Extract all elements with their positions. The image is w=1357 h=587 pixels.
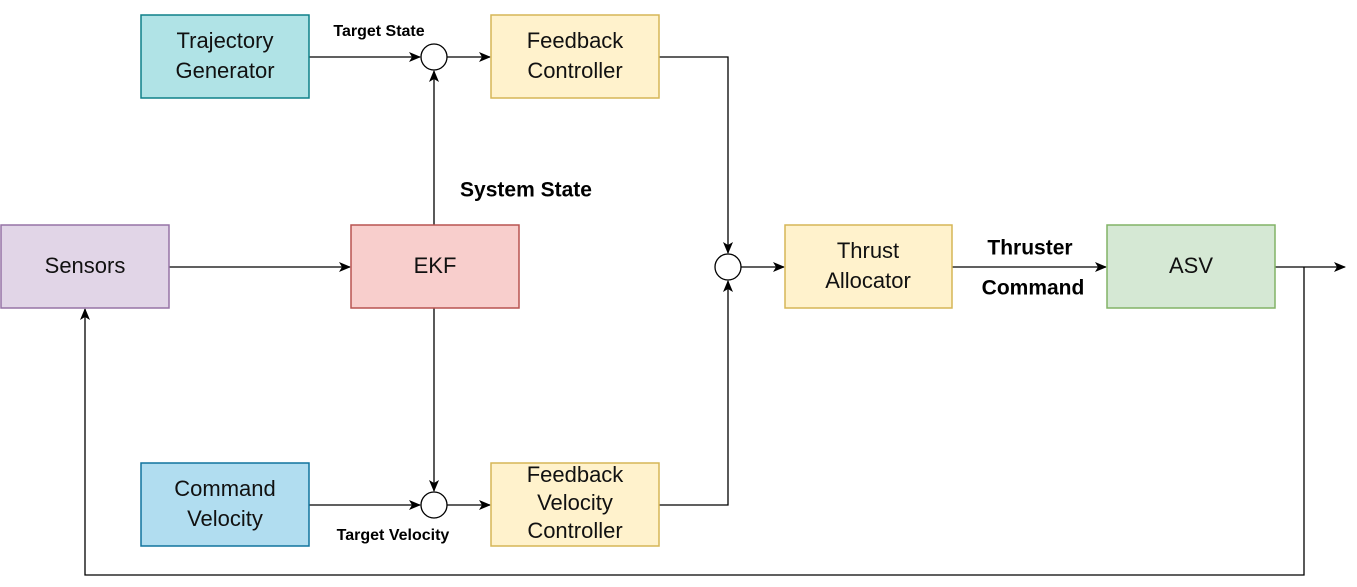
node-asv: ASV <box>1106 224 1276 309</box>
node-sensors: Sensors <box>0 224 170 309</box>
edge-label-thruster: Thruster <box>987 237 1072 260</box>
node-label: Allocator <box>825 268 911 293</box>
node-label: Thrust <box>837 238 899 263</box>
node-feedback-velocity-controller: Feedback Velocity Controller <box>490 462 660 547</box>
node-feedback-controller: Feedback Controller <box>490 14 660 99</box>
node-command-velocity: Command Velocity <box>140 462 310 547</box>
node-label: Trajectory <box>177 28 274 53</box>
edge-velocity-to-mid-sum <box>659 280 733 506</box>
edge-label-system-state: System State <box>460 179 592 202</box>
node-label: ASV <box>1169 253 1213 278</box>
node-label: Controller <box>527 58 622 83</box>
edge-label-command: Command <box>982 277 1085 300</box>
sum-junction-middle <box>714 253 742 281</box>
node-thrust-allocator: Thrust Allocator <box>784 224 953 309</box>
control-diagram: Trajectory Generator Feedback Controller… <box>0 14 1346 576</box>
node-label: Velocity <box>187 506 263 531</box>
node-label: Sensors <box>45 253 126 278</box>
node-ekf: EKF <box>350 224 520 309</box>
node-label: Feedback <box>527 28 625 53</box>
sum-junction-bottom <box>420 491 448 519</box>
node-label: Command <box>174 476 275 501</box>
node-label: Controller <box>527 518 622 543</box>
node-label: EKF <box>414 253 457 278</box>
node-label: Generator <box>175 58 274 83</box>
node-trajectory-generator: Trajectory Generator <box>140 14 310 99</box>
edge-label-target-state: Target State <box>333 23 424 40</box>
node-label: Velocity <box>537 490 613 515</box>
edge-label-target-velocity: Target Velocity <box>337 527 450 544</box>
node-label: Feedback <box>527 462 625 487</box>
sum-junction-top <box>420 43 448 71</box>
edge-feedback-to-mid-sum <box>659 56 733 254</box>
